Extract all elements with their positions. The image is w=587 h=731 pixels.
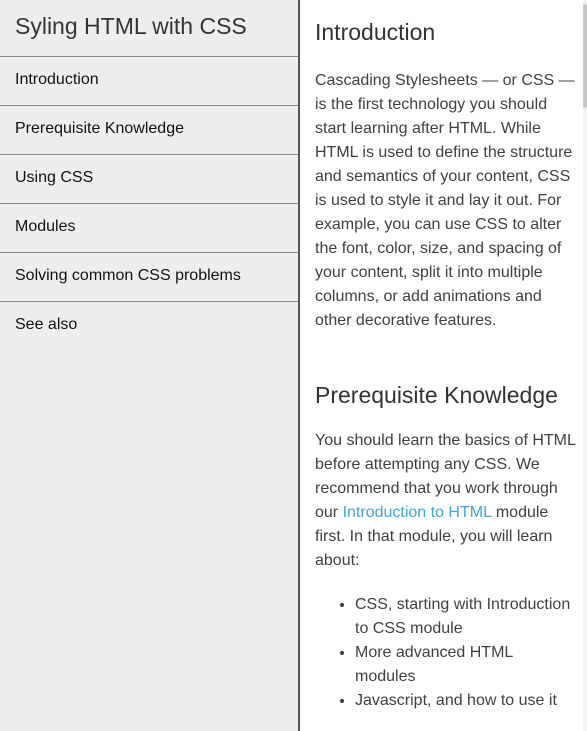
sidebar-item-see-also[interactable]: See also [0, 302, 298, 351]
sidebar-title: Syling HTML with CSS [0, 0, 298, 57]
list-item: CSS, starting with Introduction to CSS m… [355, 593, 577, 641]
introduction-heading: Introduction [315, 19, 436, 45]
sidebar-item-introduction[interactable]: Introduction [0, 57, 298, 106]
introduction-paragraph: Cascading Stylesheets — or CSS — is the … [315, 72, 575, 329]
introduction-to-html-link[interactable]: Introduction to HTML [343, 504, 492, 521]
sidebar-item-modules[interactable]: Modules [0, 204, 298, 253]
sidebar-item-prerequisite-knowledge[interactable]: Prerequisite Knowledge [0, 106, 298, 155]
scrollbar[interactable] [583, 0, 587, 731]
scrollbar-thumb[interactable] [583, 4, 587, 108]
prerequisite-heading: Prerequisite Knowledge [315, 382, 558, 408]
topics-list: CSS, starting with Introduction to CSS m… [315, 593, 577, 713]
list-item: More advanced HTML modules [355, 641, 577, 689]
introduction-section: Introduction Cascading Stylesheets — or … [300, 0, 583, 333]
page: Syling HTML with CSS Introduction Prereq… [0, 0, 587, 731]
prerequisite-paragraph: You should learn the basics of HTML befo… [315, 429, 577, 573]
list-item: Javascript, and how to use it [355, 689, 577, 713]
sidebar: Syling HTML with CSS Introduction Prereq… [0, 0, 300, 731]
sidebar-item-using-css[interactable]: Using CSS [0, 155, 298, 204]
main-content[interactable]: Introduction Cascading Stylesheets — or … [300, 0, 583, 731]
sidebar-item-solving-common-css-problems[interactable]: Solving common CSS problems [0, 253, 298, 302]
sidebar-nav: Introduction Prerequisite Knowledge Usin… [0, 57, 298, 351]
prerequisite-section: Prerequisite Knowledge You should learn … [300, 382, 583, 713]
